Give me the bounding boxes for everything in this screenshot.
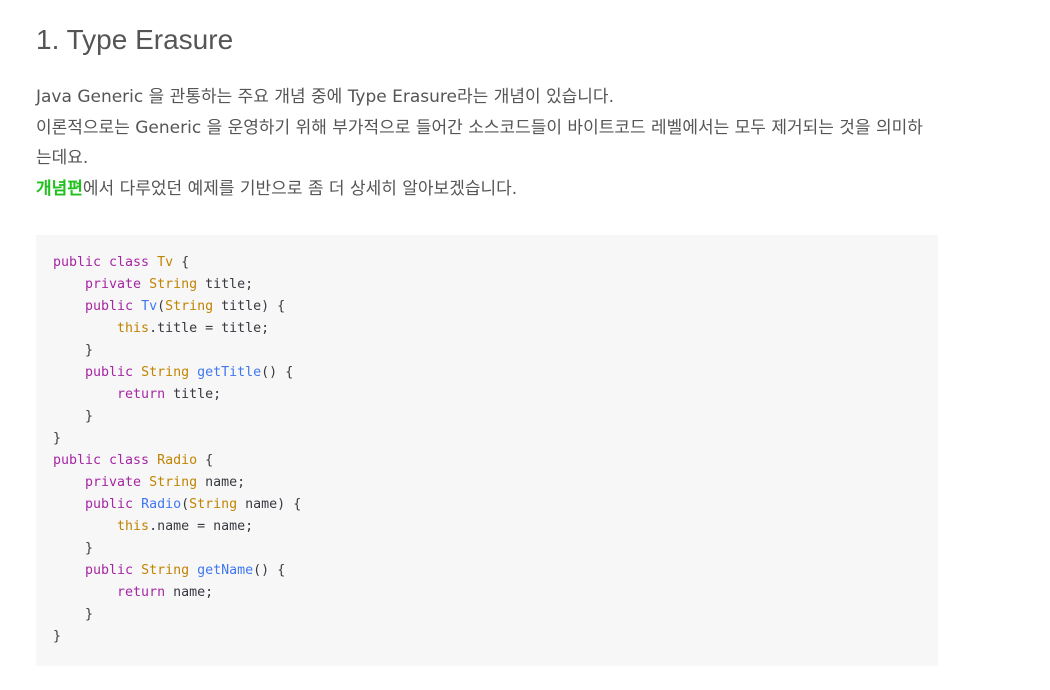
code-line: } — [53, 604, 301, 626]
code-token: .name = name; — [149, 519, 254, 534]
code-token: return — [53, 387, 166, 402]
code-token: public — [53, 299, 142, 314]
code-line: public Radio(String name) { — [53, 494, 301, 516]
code-token: String — [141, 563, 190, 578]
code-token: return — [53, 585, 166, 600]
paragraph-line-2: 이론적으로는 Generic 을 운영하기 위해 부가적으로 들어간 소스코드들… — [36, 117, 923, 138]
code-token: Radio — [157, 453, 198, 468]
code-token: } — [53, 431, 62, 446]
code-token: } — [53, 541, 94, 556]
code-token: this — [53, 519, 150, 534]
code-token: title; — [197, 277, 254, 292]
code-line: } — [53, 406, 301, 428]
paragraph-line-1: Java Generic 을 관통하는 주요 개념 중에 Type Erasur… — [36, 87, 614, 107]
code-line: } — [53, 538, 301, 560]
code-token: Tv — [157, 255, 174, 270]
code-token: Radio — [141, 497, 182, 512]
code-token: name) { — [237, 497, 302, 512]
code-token: ( — [181, 497, 190, 512]
code-token: } — [53, 343, 94, 358]
code-token: getName — [197, 563, 254, 578]
concept-post-link[interactable]: 개념편 — [36, 179, 83, 199]
code-token: () { — [253, 563, 286, 578]
code-line: return name; — [53, 582, 301, 604]
code-token: .title = title; — [149, 321, 270, 336]
code-line: public Tv(String title) { — [53, 296, 301, 318]
code-token: } — [53, 629, 62, 644]
code-line: private String name; — [53, 472, 301, 494]
code-token: public — [53, 563, 142, 578]
code-token: public class — [53, 255, 158, 270]
code-token: public — [53, 365, 142, 380]
code-line: public class Radio { — [53, 450, 301, 472]
code-token: } — [53, 409, 94, 424]
code-token: title) { — [213, 299, 286, 314]
code-token: public — [53, 497, 142, 512]
code-line: public class Tv { — [53, 252, 301, 274]
code-line: public String getTitle() { — [53, 362, 301, 384]
code-line: return title; — [53, 384, 301, 406]
code-token: } — [53, 607, 94, 622]
code-token: name; — [165, 585, 214, 600]
code-line: private String title; — [53, 274, 301, 296]
code-token: public class — [53, 453, 158, 468]
code-line: this.title = title; — [53, 318, 301, 340]
code-token: name; — [197, 475, 246, 490]
section-heading: 1. Type Erasure — [36, 24, 234, 55]
code-line: this.name = name; — [53, 516, 301, 538]
code-token: { — [173, 255, 190, 270]
code-token: String — [165, 299, 214, 314]
code-line: public String getName() { — [53, 560, 301, 582]
code-line: } — [53, 340, 301, 362]
intro-paragraph: Java Generic 을 관통하는 주요 개념 중에 Type Erasur… — [36, 82, 936, 204]
code-block: public class Tv { private String title; … — [36, 235, 938, 666]
code-token: { — [197, 453, 214, 468]
code-token: String — [141, 365, 190, 380]
code-token: this — [53, 321, 150, 336]
code-token: private — [53, 475, 150, 490]
paragraph-line-4: 개념편에서 다루었던 예제를 기반으로 좀 더 상세히 알아보겠습니다. — [36, 174, 936, 205]
paragraph-line-4-text: 에서 다루었던 예제를 기반으로 좀 더 상세히 알아보겠습니다. — [82, 178, 518, 199]
code-token: ( — [157, 299, 166, 314]
code-line: } — [53, 626, 301, 648]
paragraph-line-3: 는데요. — [36, 148, 89, 168]
code-token: String — [149, 475, 198, 490]
code-token: title; — [165, 387, 222, 402]
code-token: () { — [261, 365, 294, 380]
code-token: String — [149, 277, 198, 292]
code-token: Tv — [141, 299, 158, 314]
code-content: public class Tv { private String title; … — [53, 252, 301, 648]
code-token: getTitle — [197, 365, 262, 380]
code-token: String — [189, 497, 238, 512]
code-token: private — [53, 277, 150, 292]
code-line: } — [53, 428, 301, 450]
